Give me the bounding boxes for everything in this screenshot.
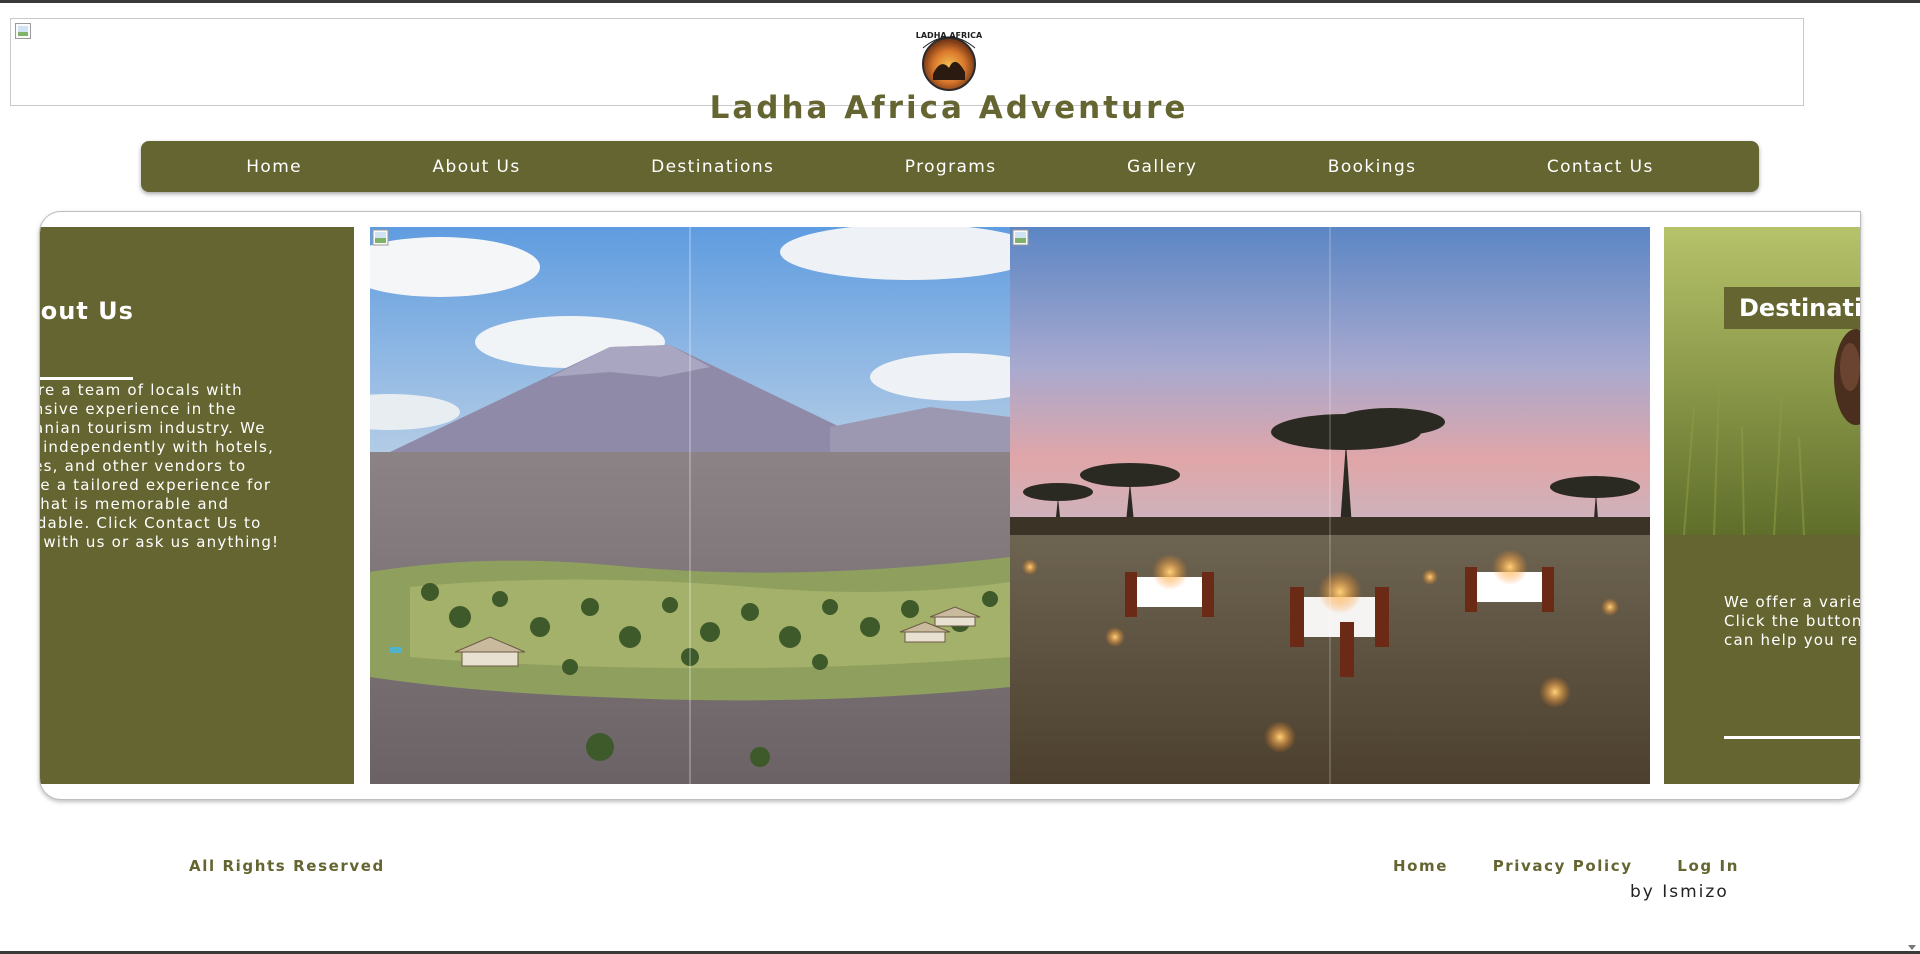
nav-bookings[interactable]: Bookings [1328,157,1417,177]
about-us-card[interactable]: About Us We are a team of locals with ex… [40,227,354,784]
footer-link-home[interactable]: Home [1393,857,1448,875]
nav-gallery[interactable]: Gallery [1127,157,1197,177]
feature-carousel[interactable]: About Us We are a team of locals with ex… [39,211,1861,800]
footer-credit[interactable]: by Ismizo [1630,882,1729,902]
window-top-border [0,0,1920,3]
about-us-divider [40,377,133,380]
svg-text:LADHA AFRICA: LADHA AFRICA [916,31,983,40]
destinations-card[interactable]: Destinations We offer a variety Click th… [1664,227,1861,784]
broken-image-icon [1012,229,1029,246]
destinations-divider [1724,736,1860,739]
broken-image-icon [15,23,35,41]
broken-image-icon [372,229,389,246]
site-title: Ladha Africa Adventure [709,90,1189,126]
destinations-photo [1664,227,1860,535]
site-logo[interactable]: LADHA AFRICA [911,24,987,94]
footer-link-privacy-policy[interactable]: Privacy Policy [1493,857,1633,875]
destinations-text: We offer a variety Click the button can … [1724,593,1861,649]
nav-contact-us[interactable]: Contact Us [1547,157,1654,177]
about-us-text: We are a team of locals with extensive e… [40,381,280,551]
nav-about-us[interactable]: About Us [432,157,520,177]
nav-programs[interactable]: Programs [905,157,997,177]
mountain-landscape-photo [370,227,1010,784]
about-us-heading: About Us [40,297,134,325]
main-nav: Home About Us Destinations Programs Gall… [141,141,1759,192]
nav-destinations[interactable]: Destinations [651,157,774,177]
destinations-heading: Destinations [1724,287,1860,329]
footer-links: Home Privacy Policy Log In [1393,857,1739,875]
safari-dinner-photo [1010,227,1650,784]
nav-home[interactable]: Home [246,157,302,177]
scroll-down-arrow-icon[interactable] [1908,945,1916,950]
footer-rights: All Rights Reserved [189,857,385,875]
footer-link-log-in[interactable]: Log In [1677,857,1739,875]
